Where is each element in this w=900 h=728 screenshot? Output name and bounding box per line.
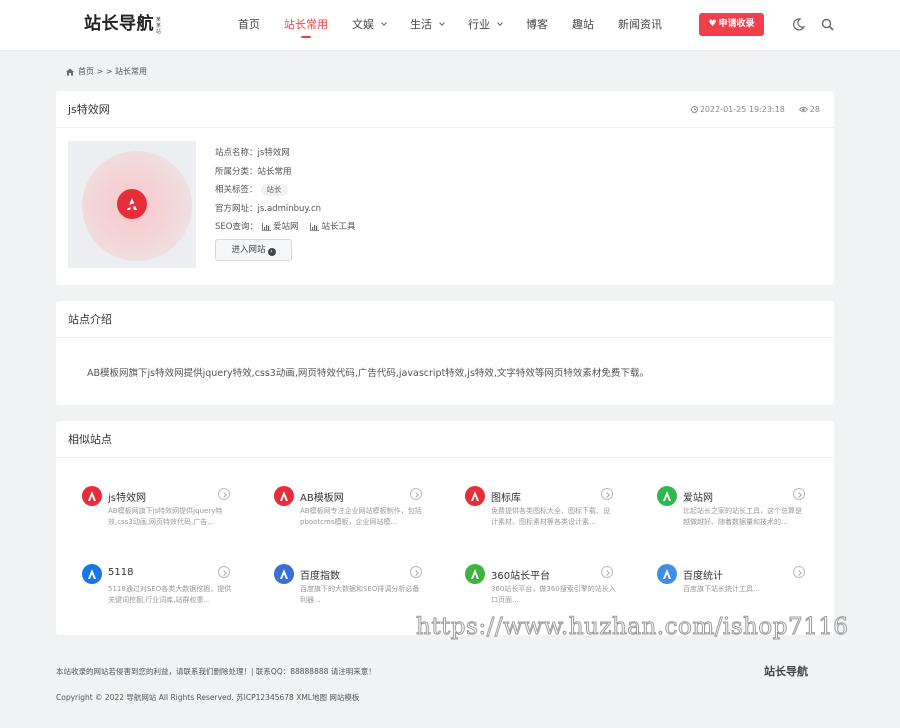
seo-row: SEO查询： 爱站网 站长工具: [215, 221, 356, 233]
related-site-desc: 360站长平台，做360搜索引擎的站长入口页面...: [491, 585, 616, 604]
arrow-right-circle-icon[interactable]: [793, 566, 805, 578]
red-a-logo-icon: [274, 486, 294, 506]
search-icon[interactable]: [821, 18, 834, 31]
view-count: 28: [809, 105, 820, 114]
clock-icon: [690, 106, 698, 113]
intro-card: 站点介绍 AB模板网旗下js特效网提供jquery特效,css3动画,网页特效代…: [56, 301, 834, 405]
nav-item-news[interactable]: 新闻资讯: [618, 0, 662, 50]
related-site-name[interactable]: 百度指数: [300, 567, 340, 582]
5118-logo-icon: [82, 564, 102, 584]
site-info: 站点名称： js特效网 所属分类： 站长常用 相关标签： 站长 官方网址： js…: [215, 147, 364, 240]
site-detail-card: js特效网 2022-01-25 19:23:18 28 站点名称： js特效网…: [56, 91, 834, 285]
related-heading: 相似站点: [56, 421, 834, 458]
top-header: 站长导航 某某站 首页 站长常用 文娱 生活 行业 博客 趣站 新闻资讯 ♥ 申请…: [0, 0, 900, 50]
nav-item-life[interactable]: 生活: [410, 0, 445, 50]
site-logo-icon: [117, 189, 147, 219]
site-name-value: js特效网: [257, 148, 290, 158]
nav-item-webmaster[interactable]: 站长常用: [284, 0, 328, 50]
bar-chart-icon: [310, 223, 320, 231]
arrow-right-circle-icon[interactable]: [601, 488, 613, 500]
arrow-right-circle-icon[interactable]: [601, 566, 613, 578]
visit-site-button[interactable]: 进入网站 ›: [215, 239, 292, 261]
nav-item-entertainment[interactable]: 文娱: [352, 0, 387, 50]
related-site-item[interactable]: 360站长平台 360站长平台，做360搜索引擎的站长入口页面...: [465, 564, 630, 608]
chevron-down-icon: [381, 20, 387, 26]
breadcrumb-text[interactable]: 首页 > > 站长常用: [78, 66, 147, 77]
related-site-name[interactable]: 5118: [108, 567, 133, 578]
related-site-item[interactable]: 百度指数百度旗下的大数据和SEO排调分析必备利器...: [274, 564, 439, 608]
related-site-item[interactable]: 5118 5118通过对SEO各类大数据挖掘，提供关键词挖掘,行业词库,站群权重.…: [82, 564, 247, 608]
category-value[interactable]: 站长常用: [258, 166, 292, 178]
intro-heading: 站点介绍: [56, 301, 834, 338]
site-title-bar: js特效网 2022-01-25 19:23:18 28: [56, 91, 834, 128]
url-row: 官方网址： js.adminbuy.cn: [215, 203, 322, 215]
site-logo[interactable]: 站长导航 某某站: [84, 14, 163, 35]
related-site-name[interactable]: 图标库: [491, 489, 521, 504]
related-site-desc: 免费提供各类图标大全、图标下载、设计素材、图标素材等各类设计素...: [491, 507, 610, 526]
bar-chart-icon: [262, 223, 271, 231]
seo-link-chinaz[interactable]: 站长工具: [310, 221, 356, 233]
footer-notice: 本站收录的网站若侵害到您的利益，请联系我们删除处理！| 联系QQ：8888888…: [56, 667, 376, 676]
arrow-right-icon: ›: [267, 248, 276, 256]
arrow-right-circle-icon[interactable]: [218, 566, 230, 578]
arrow-right-circle-icon[interactable]: [410, 488, 422, 500]
related-site-desc: 5118通过对SEO各类大数据挖掘，提供关键词挖掘,行业词库,站群权重...: [108, 585, 232, 604]
related-site-desc: AB模板网专注企业网站模板制作，包括pbootcms模板，企业网站模...: [300, 507, 422, 526]
baidu-tongji-icon: [657, 564, 677, 584]
aizhan-logo-icon: [657, 486, 677, 506]
tags-row: 相关标签： 站长: [215, 184, 364, 203]
home-icon: [66, 68, 74, 75]
nav-item-blog[interactable]: 博客: [526, 0, 548, 50]
arrow-right-circle-icon[interactable]: [410, 566, 422, 578]
logo-badge: 某某站: [156, 17, 162, 35]
related-site-item[interactable]: 图标库免费提供各类图标大全、图标下载、设计素材、图标素材等各类设计素...: [465, 486, 630, 530]
main-nav: 首页 站长常用 文娱 生活 行业 博客 趣站 新闻资讯: [238, 0, 686, 50]
category-row: 所属分类： 站长常用: [215, 166, 292, 178]
chevron-down-icon: [497, 20, 503, 26]
related-site-name[interactable]: 百度统计: [683, 567, 723, 582]
related-site-desc: AB模板网旗下js特效网提供jquery特效,css3动画,网页特效代码,广告.…: [108, 507, 223, 526]
red-a-logo-icon: [82, 486, 102, 506]
site-name-row: 站点名称： js特效网: [215, 148, 290, 158]
related-site-item[interactable]: 百度统计百度旗下站长统计工具...: [657, 564, 822, 608]
related-site-item[interactable]: 爱站网比起站长之家的站长工具，这个总算是越做越好、随着数据量和技术的...: [657, 486, 822, 530]
chevron-down-icon: [439, 20, 445, 26]
logo-text: 站长导航: [84, 14, 154, 34]
related-site-item[interactable]: AB模板网 AB模板网专注企业网站模板制作，包括pbootcms模板，企业网站模.…: [274, 486, 439, 530]
moon-icon[interactable]: [793, 18, 805, 31]
intro-text: AB模板网旗下js特效网提供jquery特效,css3动画,网页特效代码,广告代…: [87, 368, 649, 379]
related-site-desc: 百度旗下的大数据和SEO排调分析必备利器...: [300, 585, 420, 604]
footer-copyright: Copyright © 2022 导航网站 All Rights Reserve…: [56, 693, 360, 702]
related-site-name[interactable]: 爱站网: [683, 489, 713, 504]
nav-item-fun[interactable]: 趣站: [572, 0, 594, 50]
site-title: js特效网: [68, 103, 110, 116]
site-url[interactable]: js.adminbuy.cn: [258, 203, 322, 215]
related-site-name[interactable]: AB模板网: [300, 489, 344, 504]
related-site-item[interactable]: js特效网 AB模板网旗下js特效网提供jquery特效,css3动画,网页特效代…: [82, 486, 247, 530]
related-site-desc: 比起站长之家的站长工具，这个总算是越做越好、随着数据量和技术的...: [683, 507, 802, 526]
360-logo-icon: [465, 564, 485, 584]
arrow-right-circle-icon[interactable]: [218, 488, 230, 500]
arrow-right-circle-icon[interactable]: [793, 488, 805, 500]
breadcrumb: 首页 > > 站长常用: [66, 66, 147, 77]
baidu-paw-icon: [274, 564, 294, 584]
site-meta: 2022-01-25 19:23:18 28: [690, 91, 820, 128]
site-thumbnail: [68, 141, 196, 268]
related-site-desc: 百度旗下站长统计工具...: [683, 585, 760, 593]
nav-item-home[interactable]: 首页: [238, 0, 260, 50]
footer-logo: 站长导航: [764, 665, 808, 678]
apply-button[interactable]: ♥ 申请收录: [699, 13, 764, 36]
seo-link-aizhan[interactable]: 爱站网: [262, 221, 298, 233]
heart-icon: ♥: [708, 19, 717, 29]
related-site-name[interactable]: js特效网: [108, 489, 146, 504]
related-sites-card: 相似站点 js特效网 AB模板网旗下js特效网提供jquery特效,css3动画,…: [56, 421, 834, 635]
watermark-text: https://www.huzhan.com/ishop7116: [415, 614, 849, 641]
tag-badge[interactable]: 站长: [260, 184, 288, 196]
eye-icon: [798, 106, 808, 113]
red-a-logo-icon: [465, 486, 485, 506]
nav-item-industry[interactable]: 行业: [468, 0, 503, 50]
publish-datetime: 2022-01-25 19:23:18: [699, 105, 785, 114]
related-site-name[interactable]: 360站长平台: [491, 567, 550, 582]
